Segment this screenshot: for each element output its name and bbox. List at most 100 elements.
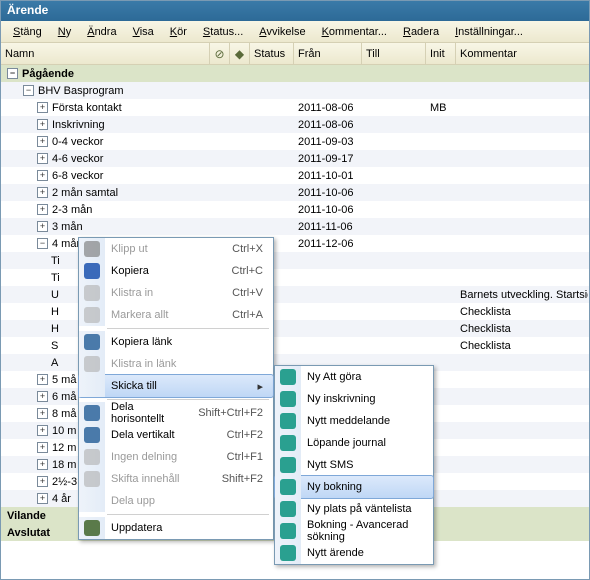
- collapse-icon[interactable]: [23, 85, 34, 96]
- col-from[interactable]: Från: [294, 43, 362, 64]
- tree-item-label: 8 må: [52, 408, 76, 420]
- toggle-icon[interactable]: [37, 391, 48, 402]
- menu-status[interactable]: Status...: [195, 24, 251, 40]
- toggle-icon[interactable]: [37, 408, 48, 419]
- menu-kommentar[interactable]: Kommentar...: [314, 24, 395, 40]
- toggle-icon[interactable]: [37, 153, 48, 164]
- toggle-icon[interactable]: [37, 425, 48, 436]
- toggle-icon[interactable]: [37, 119, 48, 130]
- window-title: Ärende: [7, 3, 48, 17]
- col-kommentar[interactable]: Kommentar: [456, 43, 588, 64]
- toggle-icon[interactable]: [37, 476, 48, 487]
- col-icon1[interactable]: ⊘: [210, 43, 230, 64]
- ctx-uppdatera[interactable]: Uppdatera: [79, 517, 273, 539]
- tree-row[interactable]: 2 mån samtal2011-10-06: [1, 184, 589, 201]
- init-cell: [426, 133, 456, 150]
- toggle-icon[interactable]: [37, 238, 48, 249]
- submenu-item-icon: [280, 523, 296, 539]
- from-cell: 2011-10-06: [294, 201, 362, 218]
- toggle-icon[interactable]: [37, 204, 48, 215]
- toggle-icon[interactable]: [37, 459, 48, 470]
- tree-item-label: Inskrivning: [52, 119, 105, 131]
- shortcut-label: Ctrl+X: [220, 243, 263, 255]
- tree-row[interactable]: 4-6 veckor2011-09-17: [1, 150, 589, 167]
- menu-radera[interactable]: Radera: [395, 24, 447, 40]
- menu-installningar[interactable]: Inställningar...: [447, 24, 531, 40]
- tree-row[interactable]: 2-3 mån2011-10-06: [1, 201, 589, 218]
- toggle-icon[interactable]: [37, 221, 48, 232]
- menu-kor[interactable]: Kör: [162, 24, 195, 40]
- section-pagaende[interactable]: Pågående: [1, 65, 589, 82]
- tree-root-row[interactable]: BHV Basprogram: [1, 82, 589, 99]
- ctx-item-label: Skifta innehåll: [105, 473, 210, 485]
- toggle-icon[interactable]: [37, 493, 48, 504]
- tree-item-label: 10 m: [52, 425, 76, 437]
- ctx-skicka-till[interactable]: Skicka till: [78, 374, 274, 398]
- skicka-till-submenu: Ny Att göra Ny inskrivning Nytt meddelande…: [274, 365, 434, 565]
- toggle-icon[interactable]: [37, 442, 48, 453]
- ctx-klistra-in-l-nk: Klistra in länk: [79, 353, 273, 375]
- ctx-item-label: Klistra in länk: [105, 358, 263, 370]
- toggle-icon[interactable]: [37, 170, 48, 181]
- submenu-item-label: Ny inskrivning: [301, 393, 423, 405]
- ctx-dela-upp: Dela upp: [79, 490, 273, 512]
- submenu-bokning-avancerad-s-kning[interactable]: Bokning - Avancerad sökning: [275, 520, 433, 542]
- g-undo-icon: [84, 520, 100, 536]
- col-name[interactable]: Namn: [1, 43, 210, 64]
- submenu-item-label: Ny Att göra: [301, 371, 423, 383]
- from-cell: 2011-08-06: [294, 99, 362, 116]
- toggle-icon[interactable]: [37, 136, 48, 147]
- ctx-item-label: Klistra in: [105, 287, 220, 299]
- kommentar-cell: Checklista: [456, 337, 588, 354]
- ctx-item-label: Kopiera länk: [105, 336, 263, 348]
- tree-item-label: 12 m: [52, 442, 76, 454]
- ctx-dela-horisontellt[interactable]: Dela horisontelltShift+Ctrl+F2: [79, 402, 273, 424]
- submenu-nytt-rende[interactable]: Nytt ärende: [275, 542, 433, 564]
- init-cell: [426, 150, 456, 167]
- tree-item-label: U: [51, 289, 59, 301]
- submenu-item-label: Ny plats på väntelista: [301, 503, 423, 515]
- tree-row[interactable]: Inskrivning2011-08-06: [1, 116, 589, 133]
- submenu-ny-plats-p-v-ntelista[interactable]: Ny plats på väntelista: [275, 498, 433, 520]
- col-icon2[interactable]: ◆: [230, 43, 250, 64]
- col-init[interactable]: Init: [426, 43, 456, 64]
- col-till[interactable]: Till: [362, 43, 426, 64]
- submenu-nytt-meddelande[interactable]: Nytt meddelande: [275, 410, 433, 432]
- submenu-ny-bokning[interactable]: Ny bokning: [274, 475, 434, 499]
- menu-visa[interactable]: Visa: [125, 24, 162, 40]
- submenu-nytt-sms[interactable]: Nytt SMS: [275, 454, 433, 476]
- ctx-kopiera-l-nk[interactable]: Kopiera länk: [79, 331, 273, 353]
- submenu-item-icon: [280, 545, 296, 561]
- submenu-ny-att-g-ra[interactable]: Ny Att göra: [275, 366, 433, 388]
- submenu-ny-inskrivning[interactable]: Ny inskrivning: [275, 388, 433, 410]
- init-cell: [426, 235, 456, 252]
- tree-row[interactable]: 3 mån2011-11-06: [1, 218, 589, 235]
- toggle-icon[interactable]: [37, 102, 48, 113]
- collapse-icon[interactable]: [7, 68, 18, 79]
- kommentar-cell: [456, 252, 588, 269]
- menu-ny[interactable]: Ny: [50, 24, 79, 40]
- tree-row[interactable]: Första kontakt2011-08-06MB: [1, 99, 589, 116]
- tree-item-label: 4-6 veckor: [52, 153, 103, 165]
- submenu-item-icon: [280, 391, 296, 407]
- tree-row[interactable]: 0-4 veckor2011-09-03: [1, 133, 589, 150]
- shortcut-label: Ctrl+F2: [215, 429, 263, 441]
- col-status[interactable]: Status: [250, 43, 294, 64]
- ctx-dela-vertikalt[interactable]: Dela vertikaltCtrl+F2: [79, 424, 273, 446]
- ctx-item-label: Skicka till: [105, 380, 247, 392]
- g-nosplit-icon: [84, 449, 100, 465]
- tree-row[interactable]: 6-8 veckor2011-10-01: [1, 167, 589, 184]
- g-cut-icon: [84, 241, 100, 257]
- submenu-l-pande-journal[interactable]: Löpande journal: [275, 432, 433, 454]
- tree-item-label: 4 år: [52, 493, 71, 505]
- tree-item-label: 2½-3: [52, 476, 77, 488]
- submenu-item-label: Nytt ärende: [301, 547, 423, 559]
- menu-andra[interactable]: Ändra: [79, 24, 124, 40]
- menu-stang[interactable]: Stäng: [5, 24, 50, 40]
- toggle-icon[interactable]: [37, 187, 48, 198]
- toggle-icon[interactable]: [37, 374, 48, 385]
- menubar: Stäng Ny Ändra Visa Kör Status... Avvike…: [1, 21, 589, 43]
- menu-avvikelse[interactable]: Avvikelse: [251, 24, 313, 40]
- ctx-kopiera[interactable]: KopieraCtrl+C: [79, 260, 273, 282]
- init-cell: [426, 201, 456, 218]
